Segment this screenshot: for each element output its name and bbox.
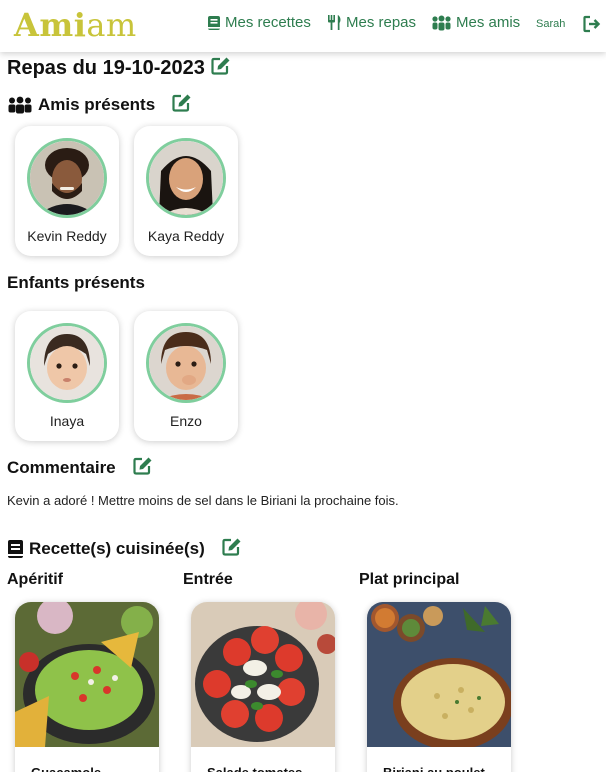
recipes-heading-text: Recette(s) cuisinée(s)	[29, 539, 205, 558]
nav-link-mes-amis[interactable]: Mes amis	[431, 14, 520, 31]
user-name[interactable]: Sarah	[536, 18, 565, 30]
child-name: Enzo	[170, 413, 202, 429]
logout-button[interactable]	[583, 15, 601, 38]
recipe-category: Apéritif	[7, 571, 63, 588]
navbar: Amiam Mes recettes Mes repas Mes amis Sa…	[0, 0, 606, 52]
child-name: Inaya	[49, 413, 85, 429]
brand-light-text: am	[86, 6, 137, 44]
recipe-column-entree: Entrée Salade tomates	[183, 571, 335, 772]
edit-friends-button[interactable]	[172, 93, 192, 117]
recipe-column-aperitif: Apéritif Guacamole	[7, 571, 159, 772]
children-list: Inaya Enzo	[15, 311, 238, 441]
edit-title-button[interactable]	[211, 56, 231, 81]
avatar	[27, 138, 107, 218]
avatar	[27, 323, 107, 403]
nav-link-label: Mes recettes	[225, 14, 311, 31]
page-title-text: Repas du 19-10-2023	[7, 57, 205, 79]
recipes-heading: Recette(s) cuisinée(s)	[7, 537, 242, 561]
recipe-name: Biriani au poulet	[367, 747, 511, 772]
edit-icon	[172, 94, 191, 112]
brand-logo[interactable]: Amiam	[14, 6, 137, 44]
recipe-image-guacamole	[15, 602, 159, 747]
avatar	[146, 138, 226, 218]
recipe-image-biriani	[367, 602, 511, 747]
comment-heading-text: Commentaire	[7, 458, 116, 477]
utensils-icon	[328, 15, 341, 30]
friends-list: Kevin Reddy Kaya Reddy	[15, 126, 238, 256]
avatar	[146, 323, 226, 403]
nav-link-label: Mes repas	[346, 14, 417, 31]
nav-link-mes-repas[interactable]: Mes repas	[327, 14, 416, 31]
friend-card[interactable]: Kaya Reddy	[134, 126, 238, 256]
comment-heading: Commentaire	[7, 456, 153, 480]
recipe-category: Plat principal	[359, 571, 460, 588]
edit-icon	[211, 57, 230, 75]
edit-icon	[133, 457, 152, 475]
recipe-image-salade-tomates	[191, 602, 335, 747]
child-card[interactable]: Enzo	[134, 311, 238, 441]
users-icon	[8, 96, 32, 114]
nav-link-mes-recettes[interactable]: Mes recettes	[207, 14, 311, 31]
children-heading: Enfants présents	[7, 273, 145, 293]
recipe-name: Guacamole	[15, 747, 159, 772]
friends-heading: Amis présents	[7, 93, 192, 117]
recipe-column-plat-principal: Plat principal Biriani au poulet	[359, 571, 511, 772]
friend-name: Kaya Reddy	[147, 228, 225, 244]
children-heading-text: Enfants présents	[7, 273, 145, 292]
friend-card[interactable]: Kevin Reddy	[15, 126, 119, 256]
comment-text: Kevin a adoré ! Mettre moins de sel dans…	[7, 493, 399, 508]
recipe-card[interactable]: Biriani au poulet	[367, 602, 511, 772]
child-card[interactable]: Inaya	[15, 311, 119, 441]
nav-link-label: Mes amis	[456, 14, 521, 31]
edit-recipes-button[interactable]	[222, 537, 242, 561]
friends-heading-text: Amis présents	[38, 95, 156, 114]
page-title: Repas du 19-10-2023	[7, 56, 231, 81]
book-icon	[208, 15, 220, 30]
recipe-category: Entrée	[183, 571, 233, 588]
recipe-card[interactable]: Salade tomates	[191, 602, 335, 772]
book-icon	[8, 540, 23, 558]
logout-icon	[583, 15, 601, 33]
edit-icon	[222, 538, 241, 556]
recipe-card[interactable]: Guacamole	[15, 602, 159, 772]
brand-bold-text: Ami	[14, 6, 87, 44]
users-icon	[432, 15, 451, 30]
edit-comment-button[interactable]	[133, 456, 153, 480]
friend-name: Kevin Reddy	[27, 228, 107, 244]
recipe-name: Salade tomates	[191, 747, 335, 772]
